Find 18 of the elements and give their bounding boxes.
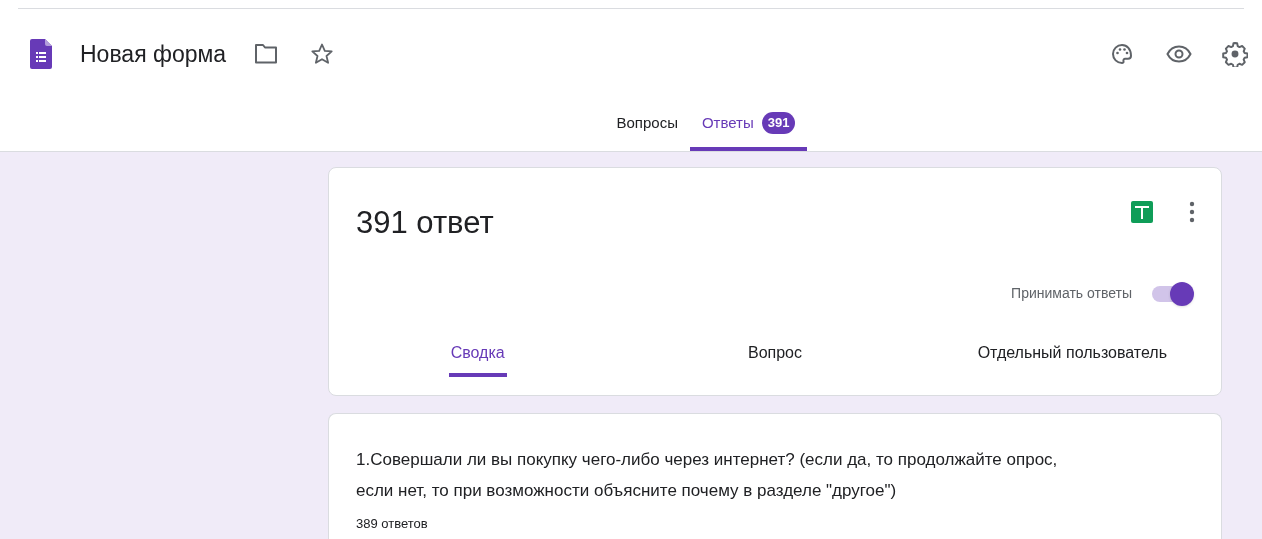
count-badge: 391 bbox=[761, 112, 796, 134]
spreadsheet-icon[interactable] bbox=[1131, 201, 1153, 223]
response-count-heading: 391 ответ bbox=[356, 204, 494, 242]
tab[interactable]: Вопросы bbox=[604, 99, 690, 151]
form-document-icon[interactable] bbox=[30, 39, 52, 69]
accept-responses-toggle[interactable] bbox=[1150, 280, 1194, 307]
view-tab[interactable]: Сводка bbox=[448, 332, 507, 377]
accept-responses-label: Принимать ответы bbox=[1011, 284, 1132, 303]
form-title[interactable]: Новая форма bbox=[80, 36, 227, 72]
view-tab[interactable]: Отдельный пользователь bbox=[975, 332, 1169, 377]
answer-count: 389 ответов bbox=[356, 515, 429, 533]
folder-icon[interactable] bbox=[254, 44, 279, 64]
view-tab[interactable]: Вопрос bbox=[745, 332, 804, 377]
palette-icon[interactable] bbox=[1110, 42, 1134, 66]
more-options-icon[interactable] bbox=[1189, 201, 1195, 223]
star-icon[interactable] bbox=[310, 42, 335, 66]
question-text: 1.Совершали ли вы покупку чего-либо через интернет? (если да, то продолжайте опрос, если нет, то при возможности объясните почему в разделе "другое") bbox=[356, 449, 1059, 502]
settings-icon[interactable] bbox=[1222, 41, 1248, 67]
